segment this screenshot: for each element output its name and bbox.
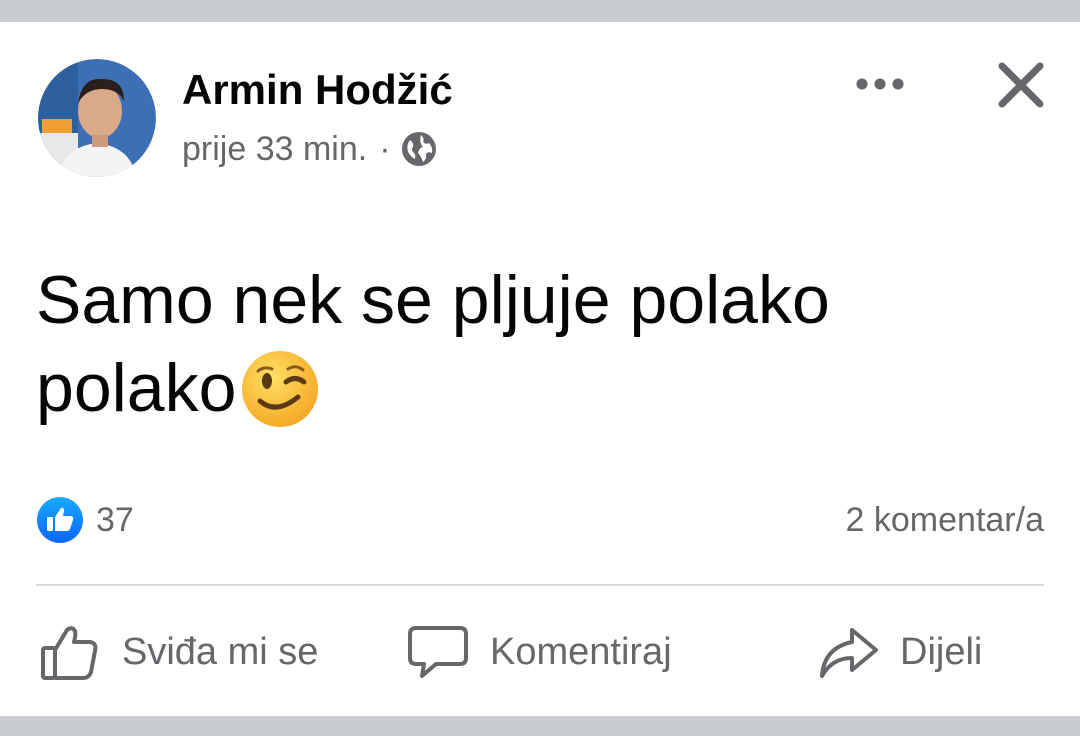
- winking-face-icon: [242, 351, 319, 427]
- like-reaction-icon: [37, 497, 83, 543]
- top-frame-strip: [0, 0, 1080, 22]
- close-button[interactable]: [990, 54, 1052, 116]
- author-name[interactable]: Armin Hodžić: [182, 66, 453, 114]
- reactions-summary[interactable]: 37: [36, 496, 134, 544]
- avatar[interactable]: [38, 59, 156, 177]
- like-button-label: Sviđa mi se: [122, 630, 319, 673]
- avatar-image: [38, 59, 156, 177]
- post-text-line1: Samo nek se pljuje polako: [36, 262, 830, 338]
- post-text-line2-wrap: polako: [36, 344, 1036, 432]
- share-button-label: Dijeli: [900, 630, 983, 673]
- comment-button[interactable]: Komentiraj: [406, 620, 672, 684]
- more-options-button[interactable]: [850, 64, 910, 104]
- post-meta: prije 33 min. ·: [182, 128, 437, 170]
- comments-count-link[interactable]: 2 komentar/a: [846, 496, 1044, 544]
- post-card: Armin Hodžić prije 33 min. · Samo nek se…: [0, 22, 1080, 716]
- comment-button-label: Komentiraj: [490, 630, 672, 673]
- share-arrow-icon: [820, 628, 878, 678]
- actions-divider: [36, 584, 1044, 586]
- meta-separator: ·: [379, 130, 391, 168]
- thumbs-up-icon: [41, 626, 98, 680]
- share-button[interactable]: Dijeli: [816, 620, 982, 684]
- post-time[interactable]: prije 33 min.: [182, 128, 367, 170]
- bottom-frame-strip: [0, 716, 1080, 736]
- more-dots-icon: [856, 78, 904, 90]
- post-text: Samo nek se pljuje polako polako: [36, 256, 1036, 432]
- comment-bubble-icon: [408, 626, 468, 678]
- post-text-line2: polako: [36, 350, 237, 426]
- close-icon: [998, 62, 1044, 108]
- globe-icon: [401, 132, 436, 166]
- like-button[interactable]: Sviđa mi se: [38, 620, 318, 684]
- like-count: 37: [96, 501, 134, 539]
